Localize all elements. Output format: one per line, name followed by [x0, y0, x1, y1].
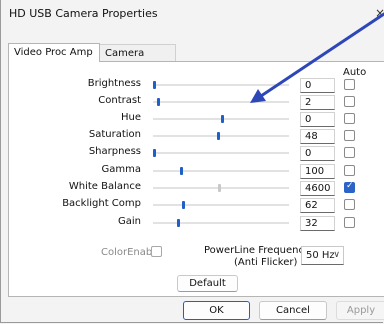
anti-flicker-label: (Anti Flicker) — [234, 257, 298, 268]
auto-checkbox[interactable] — [344, 113, 355, 124]
property-label: Contrast — [98, 95, 141, 106]
slider-track[interactable] — [153, 101, 289, 103]
property-label: Backlight Comp — [62, 198, 141, 209]
value-field[interactable]: 0 — [300, 78, 335, 93]
value-field[interactable]: 2 — [300, 95, 335, 110]
value-field[interactable]: 0 — [300, 146, 335, 161]
apply-button: Apply — [336, 301, 384, 320]
property-label: Saturation — [88, 129, 141, 140]
property-label: Sharpness — [88, 146, 141, 157]
slider-thumb[interactable] — [216, 132, 220, 140]
slider-thumb[interactable] — [221, 115, 224, 123]
slider-thumb[interactable] — [157, 98, 161, 106]
chevron-down-icon: ∨ — [333, 250, 340, 260]
value-field[interactable]: 100 — [300, 164, 335, 179]
slider-track[interactable] — [153, 152, 289, 154]
slider-thumb — [218, 184, 222, 192]
property-label: Gamma — [101, 164, 142, 175]
auto-column-header: Auto — [343, 67, 367, 78]
value-field[interactable]: 48 — [300, 129, 335, 144]
tab-camera-control[interactable]: Camera Control — [100, 44, 176, 77]
tab-video-proc-amp[interactable]: Video Proc Amp — [8, 43, 100, 62]
slider-thumb[interactable] — [180, 167, 184, 175]
close-icon[interactable]: × — [375, 6, 384, 20]
auto-checkbox[interactable] — [344, 199, 355, 210]
auto-checkbox[interactable] — [344, 165, 355, 176]
property-label: Gain — [118, 216, 141, 227]
slider-track[interactable] — [153, 170, 289, 172]
property-label: Hue — [120, 112, 141, 123]
powerline-frequency-select[interactable]: 50 Hz ∨ — [301, 246, 344, 265]
property-label: Brightness — [87, 78, 141, 89]
slider-track[interactable] — [153, 84, 289, 86]
ok-button[interactable]: OK — [183, 301, 250, 320]
powerline-frequency-label: PowerLine Frequency — [204, 245, 310, 256]
powerline-frequency-value: 50 Hz — [306, 250, 335, 261]
value-field[interactable]: 0 — [300, 112, 335, 127]
slider-thumb[interactable] — [153, 81, 156, 89]
slider-thumb[interactable] — [181, 201, 185, 209]
property-label: White Balance — [68, 181, 141, 192]
auto-checkbox[interactable] — [344, 96, 355, 107]
auto-checkbox[interactable] — [344, 130, 355, 141]
auto-checkbox[interactable] — [344, 217, 355, 228]
properties-dialog: HD USB Camera Properties × Video Proc Am… — [0, 0, 384, 323]
default-button[interactable]: Default — [177, 275, 238, 292]
value-field[interactable]: 4600 — [300, 181, 335, 196]
slider-track[interactable] — [153, 222, 289, 224]
slider-track[interactable] — [153, 135, 289, 137]
cancel-button[interactable]: Cancel — [259, 301, 327, 320]
value-field[interactable]: 32 — [300, 216, 335, 231]
window-title: HD USB Camera Properties — [9, 7, 158, 20]
auto-checkbox[interactable] — [344, 181, 355, 193]
color-enable-checkbox — [151, 246, 162, 257]
auto-checkbox[interactable] — [344, 79, 355, 90]
title-bar: HD USB Camera Properties × — [1, 0, 384, 30]
value-field[interactable]: 62 — [300, 198, 335, 213]
slider-track[interactable] — [153, 204, 289, 206]
auto-checkbox[interactable] — [344, 147, 355, 158]
slider-thumb[interactable] — [153, 149, 156, 157]
